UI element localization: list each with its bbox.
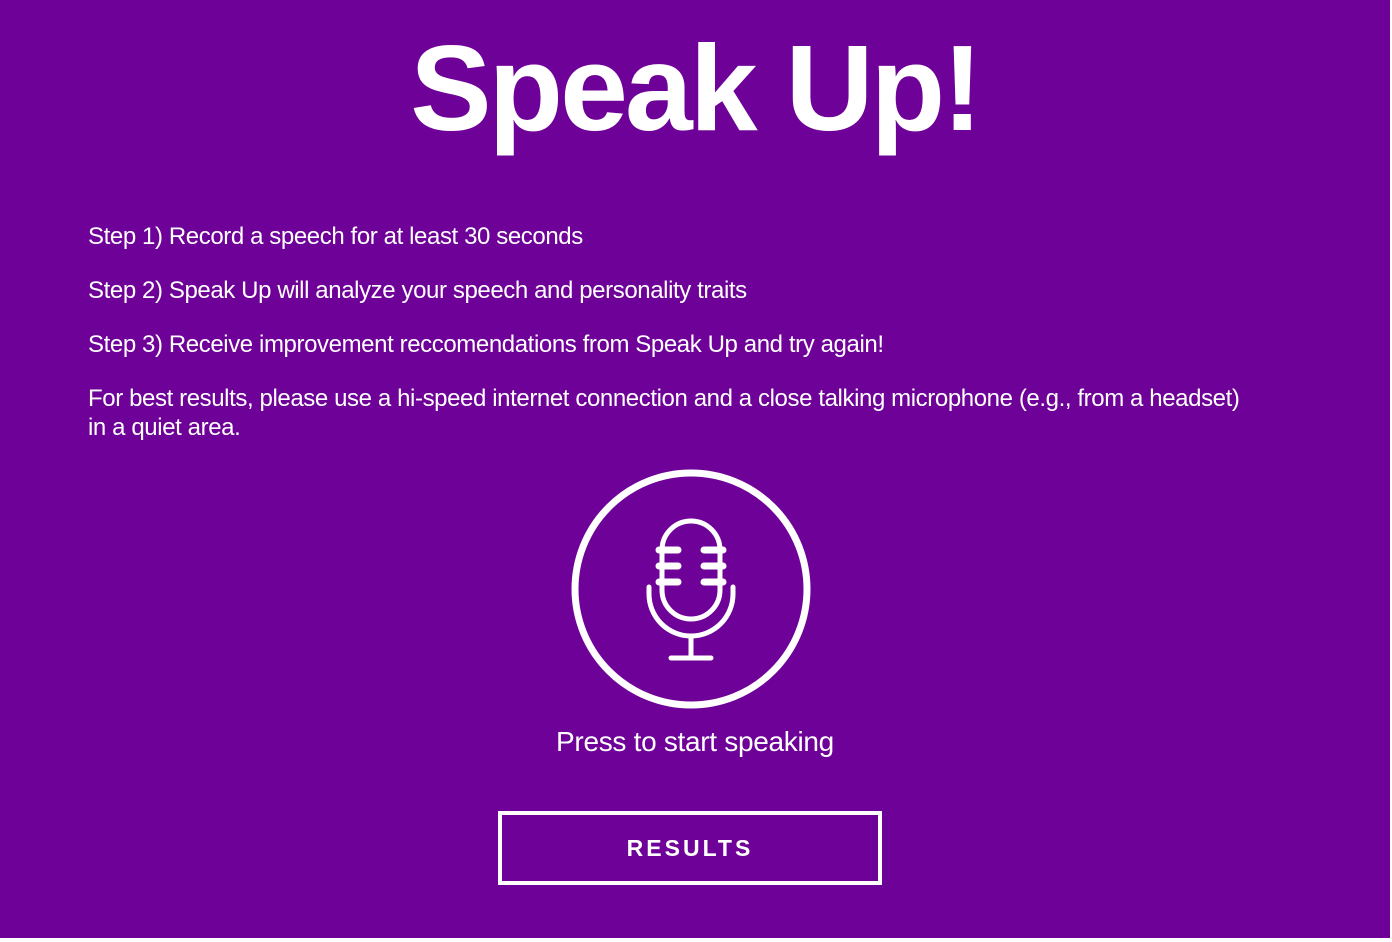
record-prompt: Press to start speaking	[556, 726, 834, 757]
app-page: Speak Up! Step 1) Record a speech for at…	[0, 0, 1390, 938]
instruction-step-3: Step 3) Receive improvement reccomendati…	[88, 331, 884, 358]
microphone-icon	[571, 469, 811, 709]
results-button[interactable]: RESULTS	[498, 811, 882, 885]
instruction-step-2: Step 2) Speak Up will analyze your speec…	[88, 277, 747, 304]
instruction-tip: For best results, please use a hi-speed …	[88, 385, 1240, 441]
record-button[interactable]	[571, 469, 811, 709]
page-title: Speak Up!	[410, 20, 983, 156]
instruction-step-1: Step 1) Record a speech for at least 30 …	[88, 223, 583, 250]
instructions: Step 1) Record a speech for at least 30 …	[88, 222, 1248, 467]
